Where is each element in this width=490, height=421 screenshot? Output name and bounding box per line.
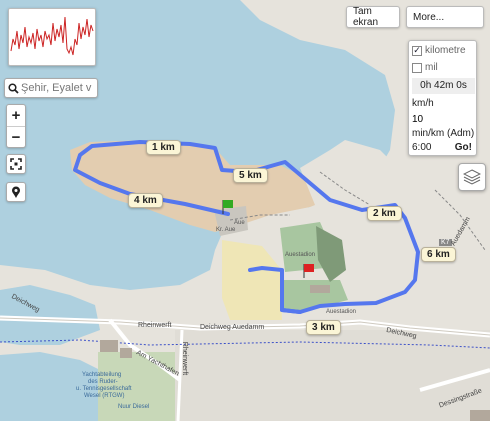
- club-label-2: des Ruder-: [88, 379, 118, 385]
- elevation-profile[interactable]: [8, 8, 96, 66]
- km-marker-4: 4 km: [128, 193, 163, 208]
- elevation-sparkline: [10, 16, 94, 56]
- mile-checkbox[interactable]: [412, 62, 422, 73]
- go-button[interactable]: Go!: [455, 142, 472, 153]
- mile-option-label: mil: [425, 62, 438, 73]
- speed-unit-label: km/h: [412, 98, 434, 109]
- fullscreen-button[interactable]: Tam ekran: [346, 6, 400, 28]
- zoom-out-button[interactable]: −: [7, 126, 25, 147]
- road-label-rheinwerft-vertical: Rheinwerft: [181, 341, 189, 376]
- label-kr-aue: Kr. Aue: [216, 227, 236, 233]
- locate-button[interactable]: [6, 182, 26, 202]
- club-label-3: u. Tennisgesellschaft: [76, 386, 132, 392]
- km-marker-2: 2 km: [367, 206, 402, 221]
- layers-icon: [463, 169, 481, 185]
- location-pin-icon: [12, 186, 20, 198]
- label-aue: Aue: [234, 220, 245, 226]
- speed-input[interactable]: [412, 112, 450, 126]
- club-label-4: Wesel (RTGW): [84, 393, 125, 399]
- km-option[interactable]: ✓ kilometre: [412, 45, 466, 56]
- pace-value[interactable]: 6:00: [412, 142, 431, 153]
- club-label-1: Yachtabteilung: [82, 372, 122, 378]
- zoom-control: + −: [6, 104, 26, 148]
- km-option-label: kilometre: [425, 45, 466, 56]
- duration-display: 0h 42m 0s: [412, 78, 475, 94]
- km-checkbox[interactable]: ✓: [412, 45, 422, 56]
- road-label-deichweg-auedamm: Deichweg Auedamm: [200, 324, 265, 331]
- zoom-in-button[interactable]: +: [7, 105, 25, 126]
- road-label-rheinwerft: Rheinwerft: [138, 322, 172, 329]
- km-marker-1: 1 km: [146, 140, 181, 155]
- search-input[interactable]: [21, 82, 97, 94]
- label-nuur-diesel: Nuur Diesel: [118, 404, 150, 410]
- search-icon: [5, 79, 21, 97]
- location-search[interactable]: [4, 78, 98, 98]
- pace-panel: ✓ kilometre mil 0h 42m 0s km/h min/km (A…: [408, 40, 477, 156]
- mile-option[interactable]: mil: [412, 62, 438, 73]
- pace-unit-label: min/km (Adm): [412, 128, 475, 139]
- km-marker-6: 6 km: [421, 247, 456, 262]
- expand-icon: [10, 158, 22, 170]
- layers-button[interactable]: [458, 163, 486, 191]
- fullscreen-toggle-button[interactable]: [6, 154, 26, 174]
- label-auestadion: Auestadion: [285, 252, 316, 258]
- km-marker-5: 5 km: [233, 168, 268, 183]
- label-auestadion-2: Auestadion: [326, 309, 357, 315]
- more-button[interactable]: More...: [406, 6, 484, 28]
- km-marker-3: 3 km: [306, 320, 341, 335]
